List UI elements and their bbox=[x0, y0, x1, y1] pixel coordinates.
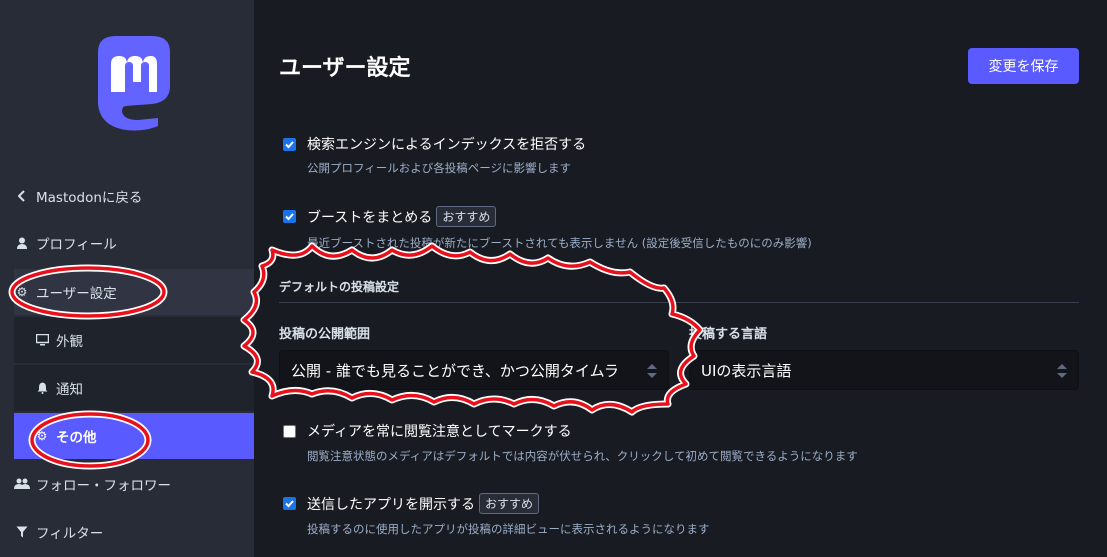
option-hint: 最近ブーストされた投稿が新たにブーストされても表示しません (設定後受信したもの… bbox=[307, 236, 812, 250]
sidebar-item-label: 外観 bbox=[56, 334, 83, 350]
checkbox-checked[interactable] bbox=[283, 137, 296, 151]
sidebar-item-profile[interactable]: プロフィール bbox=[14, 220, 254, 266]
option-label: ブーストをまとめる bbox=[307, 209, 433, 226]
select-arrows-icon bbox=[1056, 363, 1068, 379]
main-content: ユーザー設定 変更を保存 検索エンジンによるインデックスを拒否する 公開プロフィ… bbox=[254, 0, 1107, 557]
page-title: ユーザー設定 bbox=[279, 56, 411, 81]
sidebar-item-back[interactable]: Mastodonに戻る bbox=[14, 173, 254, 219]
sidebar-item-follows[interactable]: フォロー・フォロワー bbox=[14, 461, 254, 507]
option-noindex[interactable]: 検索エンジンによるインデックスを拒否する bbox=[283, 134, 586, 154]
sidebar-item-label: フォロー・フォロワー bbox=[36, 478, 171, 494]
save-button[interactable]: 変更を保存 bbox=[968, 48, 1079, 84]
sidebar: Mastodonに戻る プロフィール ⚙ ユーザー設定 外観 通知 ⚙ その他 bbox=[0, 0, 254, 557]
sidebar-item-appearance[interactable]: 外観 bbox=[14, 317, 254, 363]
chevron-left-icon bbox=[14, 190, 30, 202]
sidebar-item-filters[interactable]: フィルター bbox=[14, 509, 254, 555]
sidebar-item-label: ユーザー設定 bbox=[36, 286, 117, 302]
option-hint: 投稿するのに使用したアプリが投稿の詳細ビューに表示されるようになります bbox=[307, 522, 710, 536]
recommended-badge: おすすめ bbox=[436, 206, 497, 227]
visibility-label: 投稿の公開範囲 bbox=[279, 327, 371, 342]
recommended-badge: おすすめ bbox=[479, 493, 540, 514]
option-hint: 閲覧注意状態のメディアはデフォルトでは内容が伏せられ、クリックして初めて閲覧でき… bbox=[307, 449, 858, 463]
sidebar-item-label: フィルター bbox=[36, 526, 104, 542]
select-arrows-icon bbox=[646, 363, 658, 379]
language-value: UIの表示言語 bbox=[701, 361, 792, 380]
option-aggregate-reblogs[interactable]: ブーストをまとめる おすすめ bbox=[283, 206, 497, 227]
checkbox-checked[interactable] bbox=[283, 210, 296, 223]
sidebar-item-other[interactable]: ⚙ その他 bbox=[14, 413, 254, 459]
sidebar-item-notifications[interactable]: 通知 bbox=[14, 365, 254, 411]
sidebar-item-label: 通知 bbox=[56, 382, 83, 398]
option-sensitive-media[interactable]: メディアを常に閲覧注意としてマークする bbox=[283, 421, 572, 441]
checkbox-checked[interactable] bbox=[283, 497, 296, 510]
option-show-application[interactable]: 送信したアプリを開示する おすすめ bbox=[283, 493, 540, 514]
gear-icon: ⚙ bbox=[36, 429, 48, 443]
user-icon bbox=[14, 237, 30, 249]
section-title: デフォルトの投稿設定 bbox=[279, 280, 400, 294]
bell-icon bbox=[34, 382, 50, 394]
checkbox-unchecked[interactable] bbox=[283, 424, 296, 438]
filter-icon bbox=[14, 526, 30, 538]
language-label: 投稿する言語 bbox=[689, 327, 768, 342]
option-label: 送信したアプリを開示する bbox=[307, 496, 475, 513]
gear-icon: ⚙ bbox=[16, 285, 28, 299]
users-icon bbox=[14, 478, 30, 490]
section-divider bbox=[279, 302, 1079, 303]
visibility-value: 公開 - 誰でも見ることができ、かつ公開タイムラ bbox=[291, 361, 619, 380]
sidebar-item-label: Mastodonに戻る bbox=[36, 190, 143, 206]
option-label: メディアを常に閲覧注意としてマークする bbox=[307, 424, 572, 440]
option-hint: 公開プロフィールおよび各投稿ページに影響します bbox=[307, 161, 572, 175]
mastodon-logo[interactable] bbox=[86, 32, 182, 132]
sidebar-item-label: プロフィール bbox=[36, 237, 117, 253]
monitor-icon bbox=[34, 334, 50, 346]
option-label: 検索エンジンによるインデックスを拒否する bbox=[307, 137, 587, 153]
language-select[interactable]: UIの表示言語 bbox=[689, 350, 1079, 390]
sidebar-item-user-settings[interactable]: ⚙ ユーザー設定 bbox=[14, 269, 254, 315]
visibility-select[interactable]: 公開 - 誰でも見ることができ、かつ公開タイムラ bbox=[279, 350, 669, 390]
sidebar-item-label: その他 bbox=[56, 430, 97, 446]
